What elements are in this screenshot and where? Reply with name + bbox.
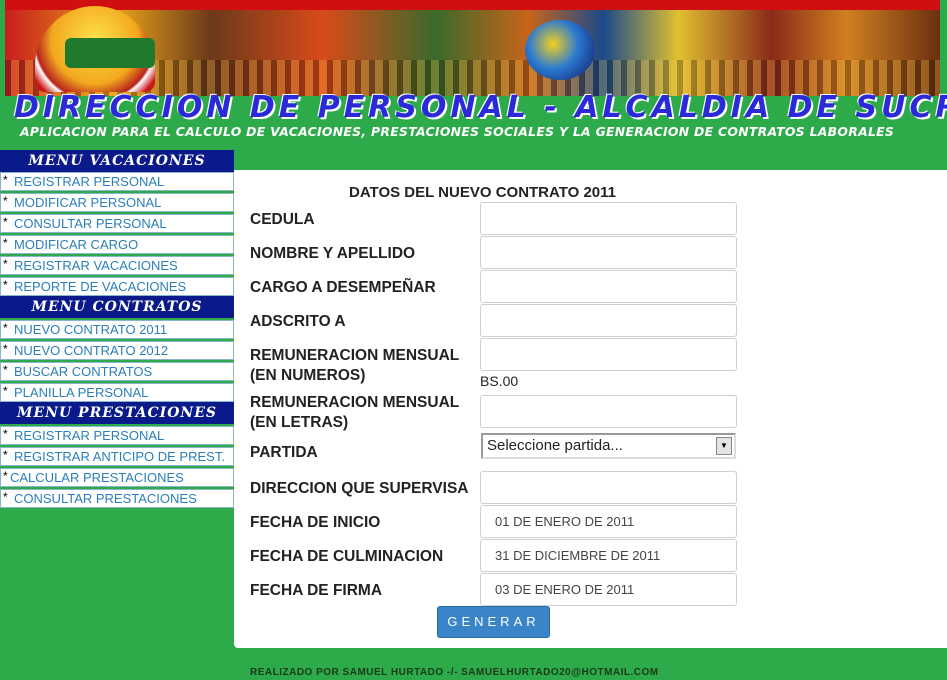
header-banner: DIRECCION DE PERSONAL - ALCALDIA DE SUCR…: [0, 0, 947, 150]
form-title: DATOS DEL NUEVO CONTRATO 2011: [349, 184, 617, 201]
fecha-firma-input[interactable]: 03 DE ENERO DE 2011: [480, 573, 737, 606]
bullet-icon: *: [3, 469, 8, 483]
fecha-firma-label: FECHA DE FIRMA: [250, 582, 383, 599]
banner-artwork: [5, 0, 940, 96]
sidebar-item-nuevo-contrato-2012[interactable]: * NUEVO CONTRATO 2012: [0, 341, 234, 360]
bullet-icon: *: [3, 194, 8, 208]
sidebar-item-nuevo-contrato-2011[interactable]: * NUEVO CONTRATO 2011: [0, 320, 234, 339]
sidebar-item-label: BUSCAR CONTRATOS: [14, 364, 153, 379]
menu-vacaciones-header: MENU VACACIONES: [0, 150, 234, 172]
sidebar-item-label: REGISTRAR PERSONAL: [14, 174, 165, 189]
fecha-culminacion-label: FECHA DE CULMINACION: [250, 548, 444, 565]
footer-credits: REALIZADO POR SAMUEL HURTADO -/- SAMUELH…: [250, 667, 659, 678]
menu-contratos-header: MENU CONTRATOS: [0, 296, 234, 318]
remuneracion-numeros-label: REMUNERACION MENSUAL (EN NUMEROS): [250, 347, 459, 384]
sidebar-item-modificar-personal[interactable]: * MODIFICAR PERSONAL: [0, 193, 234, 212]
partida-label: PARTIDA: [250, 444, 318, 461]
remuneracion-letras-input[interactable]: [480, 395, 737, 428]
cedula-input[interactable]: [480, 202, 737, 235]
sidebar-item-label: CONSULTAR PERSONAL: [14, 216, 167, 231]
cargo-label: CARGO A DESEMPEÑAR: [250, 279, 436, 296]
dropdown-arrow-icon[interactable]: ▼: [716, 437, 732, 455]
bullet-icon: *: [3, 173, 8, 187]
sidebar-item-planilla-personal[interactable]: * PLANILLA PERSONAL: [0, 383, 234, 402]
bullet-icon: *: [3, 427, 8, 441]
sidebar-item-consultar-personal[interactable]: * CONSULTAR PERSONAL: [0, 214, 234, 233]
sidebar-item-buscar-contratos[interactable]: * BUSCAR CONTRATOS: [0, 362, 234, 381]
nombre-apellido-input[interactable]: [480, 236, 737, 269]
bullet-icon: *: [3, 384, 8, 398]
sidebar-item-reporte-vacaciones[interactable]: * REPORTE DE VACACIONES: [0, 277, 234, 296]
bullet-icon: *: [3, 363, 8, 377]
adscrito-label: ADSCRITO A: [250, 313, 346, 330]
sidebar-item-registrar-personal[interactable]: * REGISTRAR PERSONAL: [0, 172, 234, 191]
page-title: DIRECCION DE PERSONAL - ALCALDIA DE SUCR…: [14, 90, 947, 125]
direccion-input[interactable]: [480, 471, 737, 504]
sidebar-item-label: REPORTE DE VACACIONES: [14, 279, 187, 294]
currency-suffix: BS.00: [480, 373, 519, 389]
sidebar-item-label: CONSULTAR PRESTACIONES: [14, 491, 197, 506]
sidebar-item-label: PLANILLA PERSONAL: [14, 385, 149, 400]
contract-form-panel: DATOS DEL NUEVO CONTRATO 2011 CEDULA NOM…: [234, 170, 947, 648]
sidebar-item-modificar-cargo[interactable]: * MODIFICAR CARGO: [0, 235, 234, 254]
sidebar-item-label: REGISTRAR PERSONAL: [14, 428, 165, 443]
sidebar-item-label: REGISTRAR VACACIONES: [14, 258, 178, 273]
fecha-inicio-label: FECHA DE INICIO: [250, 514, 381, 531]
fecha-culminacion-input[interactable]: 31 DE DICIEMBRE DE 2011: [480, 539, 737, 572]
generar-button[interactable]: GENERAR: [437, 606, 550, 638]
sidebar-item-registrar-vacaciones[interactable]: * REGISTRAR VACACIONES: [0, 256, 234, 275]
cedula-label: CEDULA: [250, 211, 315, 228]
menu-prestaciones-header: MENU PRESTACIONES: [0, 402, 234, 424]
sidebar-item-label: MODIFICAR PERSONAL: [14, 195, 162, 210]
sidebar-menu: MENU VACACIONES * REGISTRAR PERSONAL * MOD…: [0, 150, 234, 510]
sidebar-item-label: REGISTRAR ANTICIPO DE PREST.: [14, 449, 225, 464]
cargo-input[interactable]: [480, 270, 737, 303]
bullet-icon: *: [3, 342, 8, 356]
page-subtitle: APLICACION PARA EL CALCULO DE VACACIONES…: [20, 124, 895, 139]
sidebar-item-calcular-prestaciones[interactable]: * CALCULAR PRESTACIONES: [0, 468, 234, 487]
nombre-label: NOMBRE Y APELLIDO: [250, 245, 416, 262]
fecha-inicio-input[interactable]: 01 DE ENERO DE 2011: [480, 505, 737, 538]
sidebar-item-label: NUEVO CONTRATO 2011: [14, 322, 168, 337]
bullet-icon: *: [3, 236, 8, 250]
adscrito-input[interactable]: [480, 304, 737, 337]
seal-hill: [65, 38, 155, 68]
parrot-icon: [525, 20, 595, 80]
bullet-icon: *: [3, 215, 8, 229]
partida-selected-value: Seleccione partida...: [487, 437, 623, 454]
remuneracion-letras-label: REMUNERACION MENSUAL (EN LETRAS): [250, 394, 459, 431]
sidebar-item-label: NUEVO CONTRATO 2012: [14, 343, 169, 358]
bullet-icon: *: [3, 278, 8, 292]
bullet-icon: *: [3, 490, 8, 504]
bullet-icon: *: [3, 257, 8, 271]
bullet-icon: *: [3, 448, 8, 462]
sidebar-item-label: MODIFICAR CARGO: [14, 237, 139, 252]
partida-select[interactable]: Seleccione partida... ▼: [481, 433, 736, 459]
bullet-icon: *: [3, 321, 8, 335]
remuneracion-numeros-input[interactable]: [480, 338, 737, 371]
sidebar-item-consultar-prestaciones[interactable]: * CONSULTAR PRESTACIONES: [0, 489, 234, 508]
banner-red-stripe: [5, 0, 940, 10]
sidebar-item-label: CALCULAR PRESTACIONES: [10, 470, 184, 485]
sidebar-item-registrar-anticipo[interactable]: * REGISTRAR ANTICIPO DE PREST.: [0, 447, 234, 466]
sidebar-item-registrar-personal-prest[interactable]: * REGISTRAR PERSONAL: [0, 426, 234, 445]
direccion-label: DIRECCION QUE SUPERVISA: [250, 480, 469, 497]
